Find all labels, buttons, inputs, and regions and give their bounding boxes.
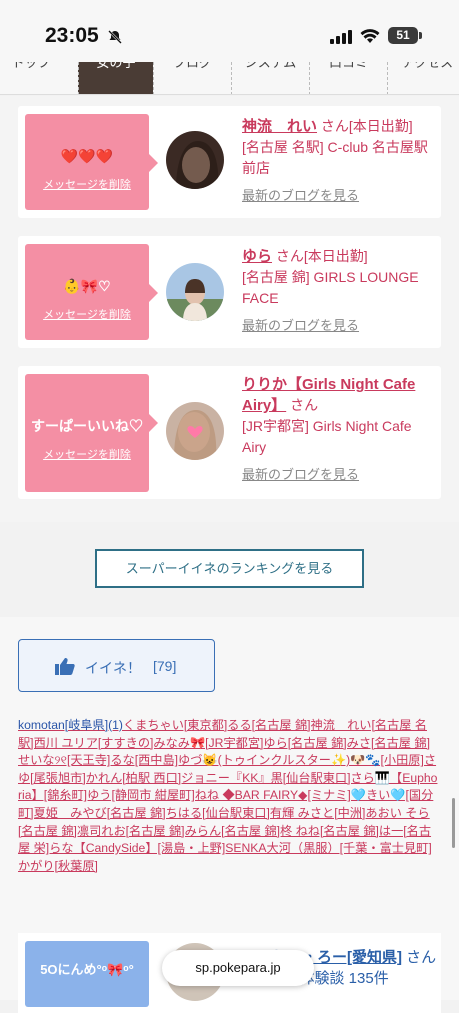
tab-system[interactable]: システム bbox=[231, 62, 309, 94]
super-like-ranking-button[interactable]: スーパーイイネのランキングを見る bbox=[95, 549, 364, 588]
cast-info: ゆら さん[本日出勤] [名古屋 錦] GIRLS LOUNGE FACE 最新… bbox=[242, 246, 433, 336]
avatar[interactable] bbox=[166, 131, 224, 189]
liker-list[interactable]: komotan[岐阜県](1)くまちゃい[東京都]るる[名古屋 錦]神流 れい[… bbox=[18, 717, 441, 875]
message-text: すーぱーいいね♡ bbox=[31, 418, 143, 434]
message-bubble: ❤️❤️❤️ メッセージを削除 bbox=[25, 114, 158, 210]
cast-info: りりか【Girls Night Cafe Airy】 さん [JR宇都宮] Gi… bbox=[242, 374, 433, 485]
message-bubble: 5Oにんめ°ᵒ🎀ᵒ° bbox=[25, 941, 149, 1007]
list-item: ❤️❤️❤️ メッセージを削除 神流 れい さん[本日出勤] [名古屋 名駅] … bbox=[18, 106, 441, 218]
cast-name-link[interactable]: 神流 れい bbox=[242, 118, 317, 135]
status-bar: 23:05 51 bbox=[0, 0, 459, 62]
thumbs-up-icon bbox=[55, 658, 75, 675]
liker-link[interactable]: komotan[岐阜県](1) bbox=[18, 718, 123, 732]
shop-name: [名古屋 錦] GIRLS LOUNGE FACE bbox=[242, 269, 419, 306]
cast-name-link[interactable]: ゆら bbox=[242, 248, 272, 265]
like-button[interactable]: イイネ！ [79] bbox=[18, 639, 215, 692]
list-item: すーぱーいいね♡ メッセージを削除 りりか【Girls Night Cafe A… bbox=[18, 366, 441, 499]
blog-link[interactable]: 最新のブログを見る bbox=[242, 185, 433, 206]
delete-message-link[interactable]: メッセージを削除 bbox=[25, 306, 149, 322]
tab-top[interactable]: トップ bbox=[0, 62, 70, 94]
clock: 23:05 bbox=[45, 24, 99, 47]
signal-icon bbox=[330, 30, 352, 44]
tab-girls[interactable]: 女の子 bbox=[78, 62, 153, 94]
tab-reviews[interactable]: 口コミ bbox=[309, 62, 387, 94]
url-bar[interactable]: sp.pokepara.jp bbox=[162, 950, 314, 986]
shop-name: [名古屋 名駅] C-club 名古屋駅前店 bbox=[242, 139, 428, 176]
silent-bell-icon bbox=[108, 30, 122, 44]
tab-access[interactable]: アクセス bbox=[387, 62, 459, 94]
message-text: 👶🎀♡ bbox=[63, 278, 111, 294]
avatar[interactable] bbox=[166, 402, 224, 460]
wifi-icon bbox=[360, 29, 380, 43]
liker-links[interactable]: くまちゃい[東京都]るる[名古屋 錦]神流 れい[名古屋 名駅]西川 ユリア[す… bbox=[18, 718, 437, 873]
blog-link[interactable]: 最新のブログを見る bbox=[242, 315, 433, 336]
tab-bar: トップ 女の子 ブログ システム 口コミ アクセス bbox=[0, 62, 459, 95]
tab-blog[interactable]: ブログ bbox=[153, 62, 231, 94]
message-text: ❤️❤️❤️ bbox=[60, 148, 114, 164]
message-bubble: 👶🎀♡ メッセージを削除 bbox=[25, 244, 158, 340]
super-like-list: ❤️❤️❤️ メッセージを削除 神流 れい さん[本日出勤] [名古屋 名駅] … bbox=[0, 96, 459, 522]
message-bubble: すーぱーいいね♡ メッセージを削除 bbox=[25, 374, 158, 492]
cast-info: 神流 れい さん[本日出勤] [名古屋 名駅] C-club 名古屋駅前店 最新… bbox=[242, 116, 433, 206]
battery-icon: 51 bbox=[388, 27, 422, 44]
list-item: 👶🎀♡ メッセージを削除 ゆら さん[本日出勤] [名古屋 錦] GIRLS L… bbox=[18, 236, 441, 348]
like-count: [79] bbox=[153, 658, 177, 674]
scrollbar[interactable] bbox=[452, 798, 455, 848]
delete-message-link[interactable]: メッセージを削除 bbox=[25, 446, 149, 462]
delete-message-link[interactable]: メッセージを削除 bbox=[25, 176, 149, 192]
avatar[interactable] bbox=[166, 263, 224, 321]
blog-link[interactable]: 最新のブログを見る bbox=[242, 464, 433, 485]
shop-name: [JR宇都宮] Girls Night Cafe Airy bbox=[242, 418, 412, 455]
cast-name-link[interactable]: りりか【Girls Night Cafe Airy】 bbox=[242, 376, 415, 414]
